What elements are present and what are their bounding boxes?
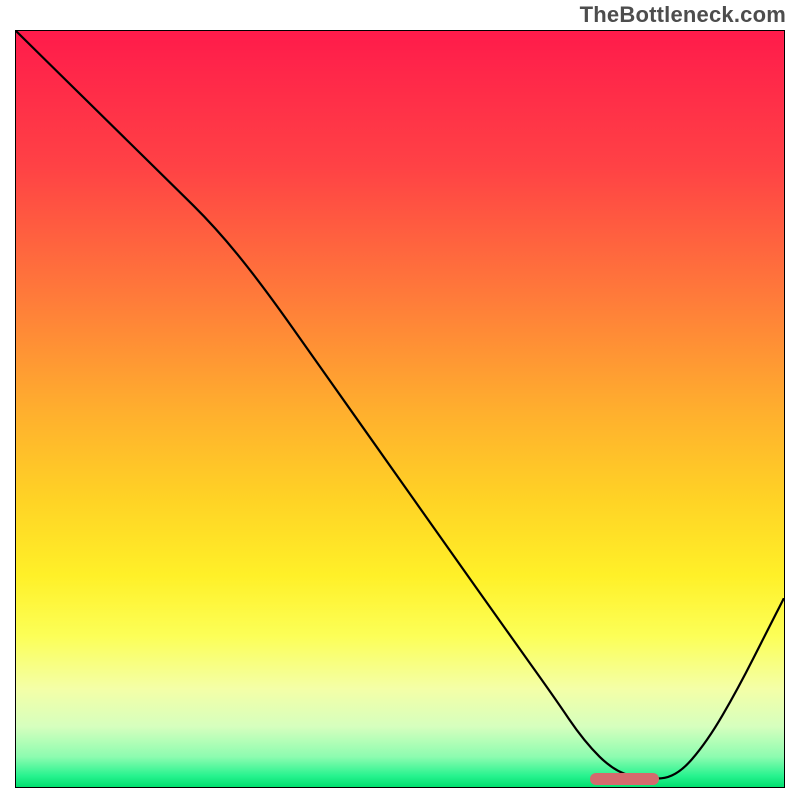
plot-area bbox=[15, 30, 785, 788]
optimal-range-marker bbox=[590, 773, 659, 785]
watermark-text: TheBottleneck.com bbox=[580, 2, 786, 28]
bottleneck-curve bbox=[16, 31, 784, 787]
chart-frame: TheBottleneck.com bbox=[0, 0, 800, 800]
